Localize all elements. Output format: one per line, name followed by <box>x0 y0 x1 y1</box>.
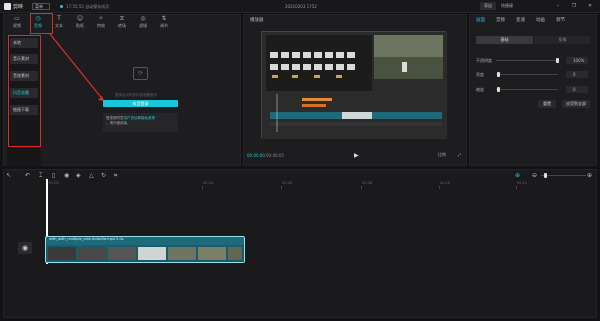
split-icon[interactable]: ⌶ <box>39 172 43 180</box>
mode-chroma[interactable]: 抠像 <box>534 36 591 44</box>
preview-frame <box>262 32 447 139</box>
tick-mark <box>361 186 362 189</box>
reverse-icon[interactable]: ◈ <box>76 172 81 179</box>
tick-mark <box>439 186 440 189</box>
privacy-policy-link[interactable]: 隐私政策 <box>141 116 155 120</box>
brightness-slider[interactable] <box>496 74 558 75</box>
tick-mark <box>516 186 517 189</box>
brightness-slider-knob[interactable] <box>497 72 500 77</box>
mode-basic[interactable]: 基础 <box>476 36 533 44</box>
tick-mark <box>202 186 203 189</box>
scale-value[interactable]: 0 <box>566 86 588 93</box>
freeze-icon[interactable]: ◉ <box>64 172 69 179</box>
tick-label: 00:10 <box>440 181 451 185</box>
login-hint: 登录后可同步抖音收藏音乐 <box>115 93 157 97</box>
zoom-in-icon[interactable]: ⊕ <box>587 172 592 179</box>
scale-label: 缩放 <box>476 87 484 92</box>
current-time: 00:00:00 <box>247 153 265 158</box>
agreement-info: 登录即同意用户协议和隐私政策 ，请仔细阅读。 <box>103 113 178 132</box>
reset-button[interactable]: 重置 <box>538 100 556 108</box>
tab-animation[interactable]: 动画 <box>536 17 545 23</box>
tick-mark <box>281 186 282 189</box>
douyin-login-button[interactable]: 抖音登录 <box>103 100 178 107</box>
ratio-button[interactable]: 比例 <box>438 152 446 158</box>
play-icon[interactable]: ▶ <box>354 152 359 159</box>
clip-label: with_with_multiple_cats.rhdsd3d.mp4 5.0s <box>49 237 124 241</box>
zoom-slider-knob[interactable] <box>544 173 547 178</box>
duration: 00:00:05 <box>266 153 284 158</box>
apply-all-button[interactable]: 应用到全部 <box>562 100 590 108</box>
zoom-slider[interactable] <box>541 175 586 176</box>
brightness-label: 亮度 <box>476 72 484 77</box>
scale-slider-knob[interactable] <box>497 87 500 92</box>
delete-icon[interactable]: ▯ <box>52 172 55 179</box>
opacity-slider[interactable] <box>496 60 558 61</box>
mirror-icon[interactable]: △ <box>89 172 94 179</box>
tab-adjust-props[interactable]: 调节 <box>556 17 565 23</box>
cover-button[interactable]: ◉ <box>18 242 32 254</box>
rotate-icon[interactable]: ↻ <box>101 172 106 179</box>
tab-picture[interactable]: 画面 <box>476 17 485 23</box>
zoom-out-icon[interactable]: ⊖ <box>532 172 537 179</box>
player-title: 播放器 <box>250 18 264 23</box>
scale-slider[interactable] <box>496 89 558 90</box>
fullscreen-icon[interactable]: ⤢ <box>458 152 461 157</box>
opacity-slider-knob[interactable] <box>556 58 559 63</box>
opacity-label: 不透明度 <box>476 58 492 63</box>
select-tool-icon[interactable]: ↖ <box>6 172 11 179</box>
tick-label: 00:00 <box>49 181 60 185</box>
loading-icon: ⟳ <box>133 67 148 80</box>
link-icon[interactable]: ⊕ <box>515 172 520 179</box>
tab-audio-props[interactable]: 音频 <box>496 17 505 23</box>
tick-label: 00:04 <box>203 181 214 185</box>
user-agreement-link[interactable]: 用户协议 <box>124 116 138 120</box>
opacity-value[interactable]: 100% <box>566 57 588 64</box>
undo-icon[interactable]: ↶ <box>25 172 30 179</box>
tick-label: 00:12 <box>517 181 528 185</box>
tab-speed[interactable]: 变速 <box>516 17 525 23</box>
tick-label: 00:06 <box>282 181 293 185</box>
video-preview <box>261 31 447 139</box>
brightness-value[interactable]: 0 <box>566 71 588 78</box>
crop-icon[interactable]: ⌗ <box>114 172 117 180</box>
tick-label: 00:08 <box>362 181 373 185</box>
